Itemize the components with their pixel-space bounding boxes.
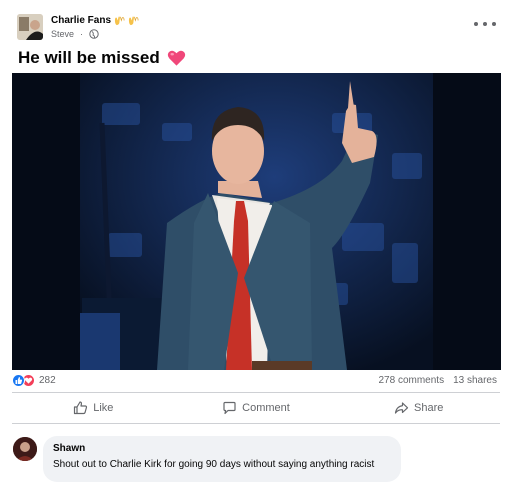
comment-button[interactable]: Comment bbox=[175, 397, 338, 419]
post-text: He will be missed bbox=[18, 48, 186, 68]
post-header: Charlie Fans Steve · bbox=[17, 14, 500, 44]
separator: · bbox=[80, 29, 84, 39]
comment-text: Shout out to Charlie Kirk for going 90 d… bbox=[53, 459, 375, 470]
post-text-content: He will be missed bbox=[18, 48, 160, 67]
globe-icon bbox=[89, 29, 99, 39]
raising-hands-emoji-icon bbox=[128, 16, 139, 26]
like-reaction-icon bbox=[12, 374, 25, 387]
thumbs-up-icon bbox=[74, 401, 88, 415]
post-author[interactable]: Steve bbox=[51, 29, 74, 39]
share-label: Share bbox=[414, 402, 444, 414]
shares-count[interactable]: 13 shares bbox=[453, 375, 497, 386]
reaction-summary[interactable]: 282 bbox=[12, 374, 56, 387]
comment-author[interactable]: Shawn bbox=[53, 443, 391, 454]
dot-icon bbox=[483, 22, 487, 26]
raising-hands-emoji-icon bbox=[114, 16, 125, 26]
like-label: Like bbox=[93, 402, 114, 414]
share-button[interactable]: Share bbox=[337, 397, 500, 419]
dot-icon bbox=[492, 22, 496, 26]
more-options-button[interactable] bbox=[474, 18, 496, 30]
divider bbox=[12, 423, 500, 424]
comment-label: Comment bbox=[242, 402, 290, 414]
share-arrow-icon bbox=[394, 402, 409, 414]
group-name[interactable]: Charlie Fans bbox=[51, 15, 139, 26]
like-button[interactable]: Like bbox=[12, 397, 175, 419]
comments-count[interactable]: 278 comments bbox=[378, 375, 444, 386]
post-photo[interactable] bbox=[12, 73, 501, 370]
comment-bubble-icon bbox=[223, 401, 236, 415]
comment-avatar[interactable] bbox=[13, 437, 37, 461]
reaction-count: 282 bbox=[39, 375, 56, 386]
divider bbox=[12, 392, 500, 393]
group-name-label: Charlie Fans bbox=[51, 15, 112, 26]
post-actions: Like Comment Share bbox=[12, 397, 500, 419]
comment-bubble: Shawn Shout out to Charlie Kirk for goin… bbox=[43, 436, 401, 482]
pink-heart-emoji-icon bbox=[167, 50, 185, 66]
engagement-counts: 278 comments 13 shares bbox=[378, 375, 497, 386]
dot-icon bbox=[474, 22, 478, 26]
group-avatar[interactable] bbox=[17, 14, 43, 40]
post-author-line: Steve · bbox=[51, 29, 99, 39]
post-stats: 282 278 comments 13 shares bbox=[12, 373, 500, 389]
